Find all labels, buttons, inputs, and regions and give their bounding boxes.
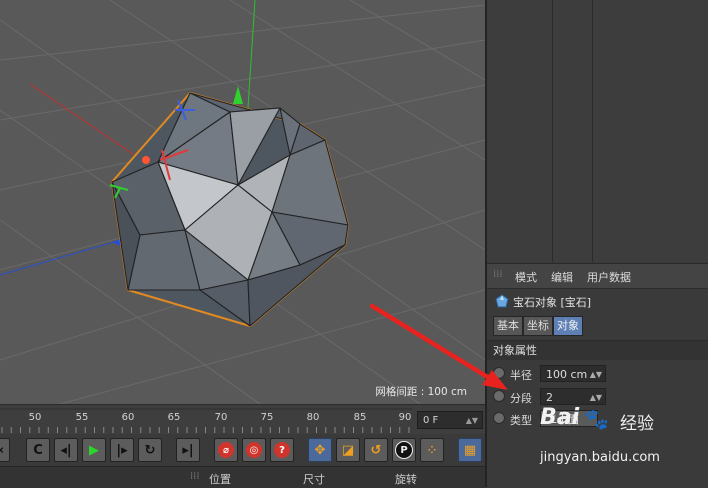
3d-viewport[interactable]: 网格间距 : 100 cm bbox=[0, 0, 485, 404]
timeline[interactable]: 50 55 60 65 70 75 80 85 90 0 F ▲▼ bbox=[0, 404, 485, 435]
radius-row: 半径 100 cm ▲▼ bbox=[493, 365, 707, 385]
autokey-button[interactable]: ◎ bbox=[242, 438, 266, 462]
previous-key-button[interactable]: C bbox=[26, 438, 50, 462]
baidu-watermark: Bai 🐾 经验 jingyan.baidu.com bbox=[540, 405, 708, 480]
record-button[interactable]: ⌀ bbox=[214, 438, 238, 462]
grid-spacing-label: 网格间距 : 100 cm bbox=[375, 386, 467, 398]
rotate-key-button[interactable]: ↺ bbox=[364, 438, 388, 462]
column-divider bbox=[552, 0, 553, 262]
scale-icon: ◪ bbox=[341, 442, 355, 458]
coordinate-bar: ⁞⁞⁞ 位置 尺寸 旋转 bbox=[0, 466, 485, 488]
section-title: 对象属性 bbox=[487, 340, 708, 360]
scale-key-button[interactable]: ◪ bbox=[336, 438, 360, 462]
type-animate-radio[interactable] bbox=[493, 412, 505, 424]
film-icon: ▦ bbox=[463, 442, 477, 458]
current-frame-value: 0 F bbox=[423, 415, 439, 426]
object-title: 宝石对象 [宝石] bbox=[513, 296, 592, 309]
segments-value: 2 bbox=[546, 391, 553, 404]
radius-field[interactable]: 100 cm ▲▼ bbox=[540, 365, 606, 382]
tab-coord[interactable]: 坐标 bbox=[523, 316, 553, 336]
rotation-label: 旋转 bbox=[395, 473, 417, 486]
pla-key-button[interactable]: ⁘ bbox=[420, 438, 444, 462]
paw-icon: 🐾 bbox=[584, 407, 609, 431]
drag-handle-icon[interactable]: ⁞⁞⁞ bbox=[190, 471, 200, 482]
radius-animate-radio[interactable] bbox=[493, 367, 505, 379]
goto-end-button[interactable]: ▸| bbox=[176, 438, 200, 462]
record-icon: ⌀ bbox=[218, 442, 234, 458]
previous-frame-icon: ◂| bbox=[60, 442, 72, 458]
next-key-icon: ↻ bbox=[144, 442, 156, 458]
timeline-window-button[interactable]: ▦ bbox=[458, 438, 482, 462]
parameter-key-button[interactable]: P bbox=[392, 438, 416, 462]
tick-label: 85 bbox=[353, 412, 367, 423]
segments-animate-radio[interactable] bbox=[493, 390, 505, 402]
tick-label: 90 bbox=[398, 412, 412, 423]
current-frame-field[interactable]: 0 F ▲▼ bbox=[417, 411, 483, 429]
spinner-icon[interactable]: ▲▼ bbox=[590, 366, 602, 383]
parameter-icon: P bbox=[395, 441, 413, 459]
tick-label: 50 bbox=[28, 412, 42, 423]
next-frame-icon: |▸ bbox=[116, 442, 128, 458]
menu-mode[interactable]: 模式 bbox=[515, 269, 537, 285]
move-key-button[interactable]: ✥ bbox=[308, 438, 332, 462]
keyframe-help-button[interactable]: ? bbox=[270, 438, 294, 462]
play-icon: ▶ bbox=[89, 442, 99, 458]
next-frame-button[interactable]: |▸ bbox=[110, 438, 134, 462]
watermark-brand: Bai bbox=[540, 405, 580, 430]
spinner-icon[interactable]: ▲▼ bbox=[590, 389, 602, 406]
tick-label: 55 bbox=[75, 412, 89, 423]
column-divider bbox=[592, 0, 593, 262]
radius-value: 100 cm bbox=[546, 368, 588, 381]
question-icon: ? bbox=[274, 442, 290, 458]
gem-object-icon bbox=[495, 294, 509, 308]
tick-label: 65 bbox=[167, 412, 181, 423]
timeline-ruler[interactable]: 50 55 60 65 70 75 80 85 90 bbox=[0, 405, 412, 435]
rotate-icon: ↺ bbox=[370, 442, 382, 458]
type-label: 类型 bbox=[510, 414, 532, 427]
tick-label: 75 bbox=[260, 412, 274, 423]
menu-edit[interactable]: 编辑 bbox=[551, 269, 573, 285]
spinner-icon[interactable]: ▲▼ bbox=[466, 412, 478, 430]
tick-label: 70 bbox=[214, 412, 228, 423]
size-label: 尺寸 bbox=[303, 473, 325, 486]
watermark-url: jingyan.baidu.com bbox=[540, 450, 660, 465]
play-button[interactable]: ▶ bbox=[82, 438, 106, 462]
menu-user-data[interactable]: 用户数据 bbox=[587, 269, 631, 285]
radius-label: 半径 bbox=[510, 369, 532, 382]
position-label: 位置 bbox=[209, 473, 231, 486]
drag-handle-icon[interactable]: ⁞⁞⁞ bbox=[493, 269, 503, 280]
goto-start-button[interactable]: « bbox=[0, 438, 10, 462]
goto-start-icon: « bbox=[0, 443, 4, 458]
move-icon: ✥ bbox=[314, 442, 326, 458]
segments-label: 分段 bbox=[510, 392, 532, 405]
tab-object[interactable]: 对象 bbox=[553, 316, 583, 336]
tick-label: 80 bbox=[306, 412, 320, 423]
previous-frame-button[interactable]: ◂| bbox=[54, 438, 78, 462]
previous-key-icon: C bbox=[33, 442, 43, 458]
watermark-brand-suffix: 经验 bbox=[620, 414, 654, 434]
autokey-icon: ◎ bbox=[246, 442, 262, 458]
goto-end-icon: ▸| bbox=[182, 442, 194, 458]
tick-label: 60 bbox=[121, 412, 135, 423]
object-manager[interactable] bbox=[487, 0, 708, 262]
grid-dots-icon: ⁘ bbox=[427, 444, 437, 456]
attribute-menu-bar: ⁞⁞⁞ 模式 编辑 用户数据 bbox=[487, 263, 708, 289]
tab-basic[interactable]: 基本 bbox=[493, 316, 523, 336]
transport-controls: « C ◂| ▶ |▸ ↻ ▸| ⌀ ◎ ? ✥ ◪ ↺ P ⁘ ▦ bbox=[0, 434, 485, 466]
segments-field[interactable]: 2 ▲▼ bbox=[540, 388, 606, 405]
next-key-button[interactable]: ↻ bbox=[138, 438, 162, 462]
